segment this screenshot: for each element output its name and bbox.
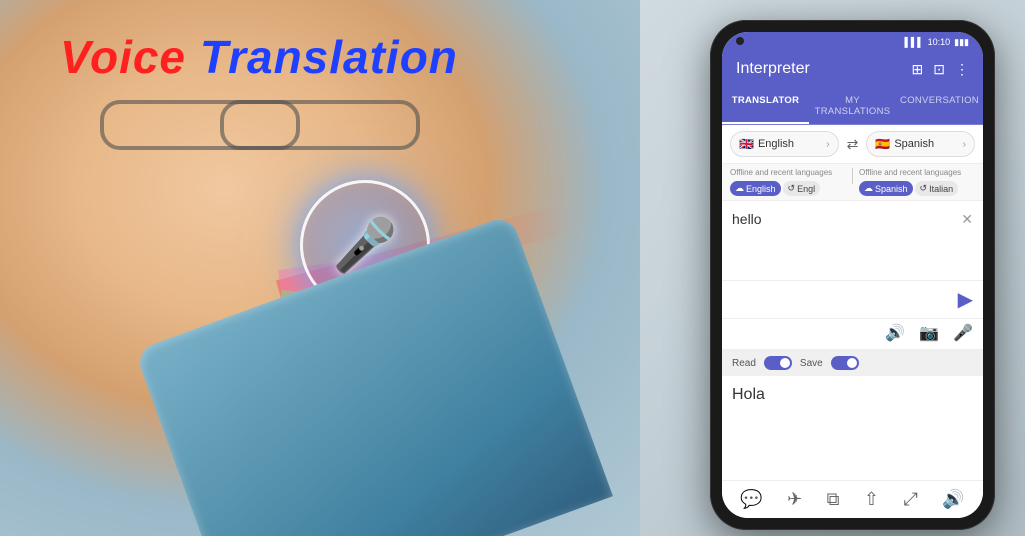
cloud-icon: ☁ <box>735 183 744 194</box>
history-icon: ↺ <box>788 183 796 194</box>
lang-divider <box>852 168 853 184</box>
bottom-bar: 💬 ✈ ⧉ ⇧ ⤢ 🔊 <box>722 480 983 518</box>
source-lang-label: English <box>758 138 826 150</box>
status-bar: ▌▌▌ 10:10 ▮▮▮ <box>722 32 983 52</box>
status-right: ▌▌▌ 10:10 ▮▮▮ <box>904 37 969 48</box>
tab-my-translations[interactable]: MY TRANSLATIONS <box>809 88 896 124</box>
recent-target-spanish[interactable]: ☁ Spanish <box>859 181 913 196</box>
save-toggle[interactable] <box>831 356 859 370</box>
tab-translator[interactable]: TRANSLATOR <box>722 88 809 124</box>
target-lang-chevron: › <box>963 139 966 150</box>
read-toggle[interactable] <box>764 356 792 370</box>
whatsapp-button[interactable]: 💬 <box>740 489 762 510</box>
es-flag-icon: 🇪🇸 <box>875 137 890 151</box>
cloud-icon-2: ☁ <box>864 183 873 194</box>
camera-icon[interactable]: 📷 <box>919 323 939 343</box>
input-actions: ▶ <box>722 281 983 319</box>
source-lang-chevron: › <box>826 139 829 150</box>
input-text: hello <box>732 211 762 227</box>
translate-button[interactable]: ▶ <box>958 287 973 312</box>
time-display: 10:10 <box>928 37 951 47</box>
uk-flag-icon: 🇬🇧 <box>739 137 754 151</box>
target-language-button[interactable]: 🇪🇸 Spanish › <box>866 131 975 157</box>
app-name: Interpreter <box>736 60 810 78</box>
expand-button[interactable]: ⤢ <box>903 489 917 510</box>
phone-mockup: ▌▌▌ 10:10 ▮▮▮ Interpreter ⊞ ⊡ ⋮ TRANSLAT… <box>710 20 995 530</box>
recent-languages: Offline and recent languages ☁ English ↺… <box>722 164 983 201</box>
status-left <box>736 37 744 47</box>
messenger-button[interactable]: ✈ <box>787 489 802 510</box>
header-icons: ⊞ ⊡ ⋮ <box>912 61 969 78</box>
recent-source-col: Offline and recent languages ☁ English ↺… <box>730 168 846 196</box>
output-area: Hola <box>722 376 983 480</box>
app-header: Interpreter ⊞ ⊡ ⋮ <box>722 52 983 88</box>
pdf-icon[interactable]: ⊡ <box>933 61 945 78</box>
camera-dot <box>736 37 744 45</box>
page-title: Voice Translation <box>60 30 458 84</box>
recent-source-english[interactable]: ☁ English <box>730 181 781 196</box>
input-area: hello ✕ <box>722 201 983 281</box>
signal-indicator: ▌▌▌ <box>904 37 923 47</box>
save-label: Save <box>800 358 823 369</box>
clear-input-button[interactable]: ✕ <box>961 211 973 228</box>
mic-input-icon[interactable]: 🎤 <box>953 323 973 343</box>
read-label: Read <box>732 358 756 369</box>
title-voice: Voice <box>60 31 186 83</box>
tab-bar: TRANSLATOR MY TRANSLATIONS CONVERSATION <box>722 88 983 125</box>
recent-target-italian[interactable]: ↺ Italian <box>915 181 959 196</box>
output-speaker-button[interactable]: 🔊 <box>942 489 964 510</box>
recent-source-label: Offline and recent languages <box>730 168 846 177</box>
history-icon-2: ↺ <box>920 183 928 194</box>
phone-screen: ▌▌▌ 10:10 ▮▮▮ Interpreter ⊞ ⊡ ⋮ TRANSLAT… <box>722 32 983 518</box>
language-selector: 🇬🇧 English › ⇄ 🇪🇸 Spanish › <box>722 125 983 164</box>
source-language-button[interactable]: 🇬🇧 English › <box>730 131 839 157</box>
recent-source-engl[interactable]: ↺ Engl <box>783 181 821 196</box>
battery-indicator: ▮▮▮ <box>954 37 969 48</box>
copy-button[interactable]: ⧉ <box>827 489 840 510</box>
speaker-icon[interactable]: 🔊 <box>885 323 905 343</box>
title-translation: Translation <box>200 31 458 83</box>
grid-icon[interactable]: ⊞ <box>912 61 924 78</box>
output-text: Hola <box>732 386 765 403</box>
tab-conversation[interactable]: CONVERSATION <box>896 88 983 124</box>
recent-target-label: Offline and recent languages <box>859 168 975 177</box>
more-options-icon[interactable]: ⋮ <box>955 61 969 78</box>
toggle-row: Read Save <box>722 350 983 376</box>
swap-languages-button[interactable]: ⇄ <box>843 132 863 157</box>
target-lang-label: Spanish <box>894 138 962 150</box>
recent-target-col: Offline and recent languages ☁ Spanish ↺… <box>859 168 975 196</box>
share-button[interactable]: ⇧ <box>864 489 879 510</box>
